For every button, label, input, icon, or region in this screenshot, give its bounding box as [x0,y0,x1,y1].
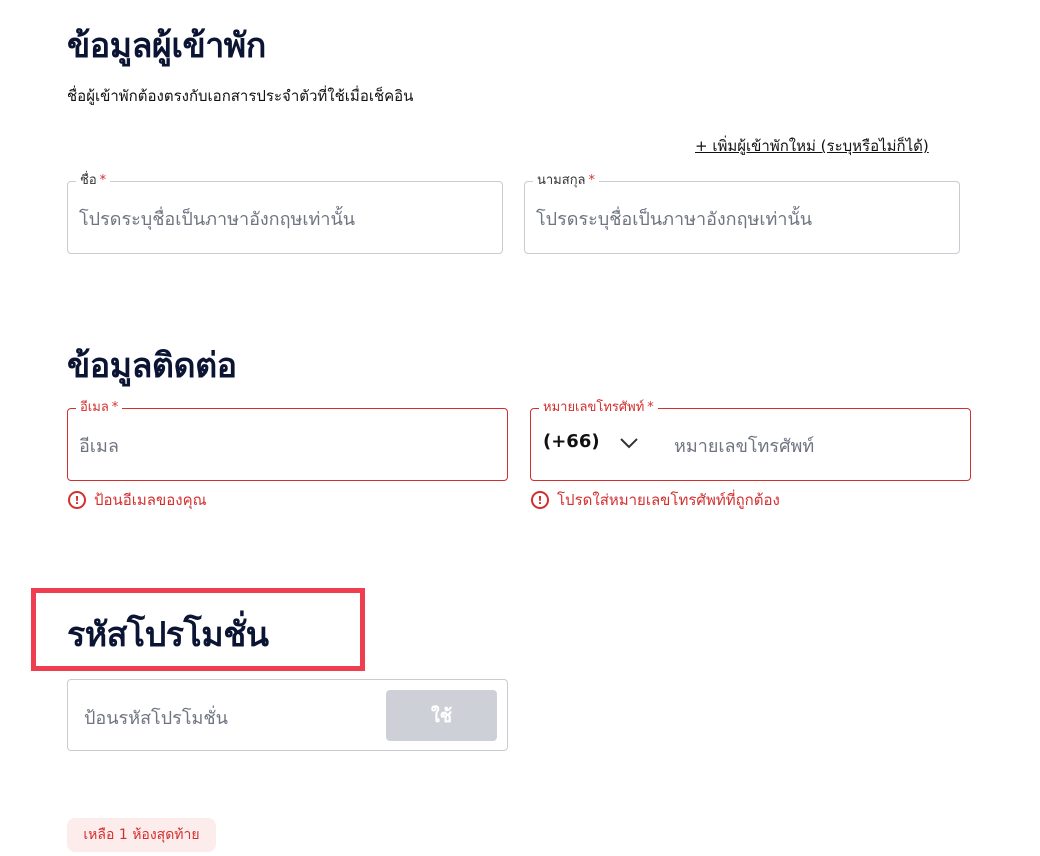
email-error: ! ป้อนอีเมลของคุณ [68,488,207,512]
phone-error: ! โปรดใส่หมายเลขโทรศัพท์ที่ถูกต้อง [531,488,780,512]
promo-code-input[interactable]: ป้อนรหัสโปรโมชั่น [84,703,228,732]
rooms-left-badge: เหลือ 1 ห้องสุดท้าย [67,818,216,852]
error-icon: ! [68,491,86,509]
first-name-label: ชื่อ * [76,173,111,189]
chevron-down-icon[interactable] [619,437,639,449]
add-guest-link[interactable]: + เพิ่มผู้เข้าพักใหม่ (ระบุหรือไม่ก็ได้) [695,134,929,158]
promo-code-field[interactable]: ป้อนรหัสโปรโมชั่น ใช้ [67,679,508,751]
phone-field[interactable]: หมายเลขโทรศัพท์ * (+66) หมายเลขโทรศัพท์ [530,400,971,481]
phone-input[interactable]: หมายเลขโทรศัพท์ [674,431,814,460]
guest-info-subtitle: ชื่อผู้เข้าพักต้องตรงกับเอกสารประจำตัวที… [67,87,414,105]
contact-info-title: ข้อมูลติดต่อ [67,346,237,386]
apply-promo-button[interactable]: ใช้ [386,690,497,741]
error-icon: ! [531,491,549,509]
first-name-field[interactable]: ชื่อ * โปรดระบุชื่อเป็นภาษาอังกฤษเท่านั้น [67,173,503,254]
guest-info-title: ข้อมูลผู้เข้าพัก [67,26,266,66]
first-name-input[interactable]: โปรดระบุชื่อเป็นภาษาอังกฤษเท่านั้น [79,204,355,233]
promo-code-title: รหัสโปรโมชั่น [67,615,269,655]
email-input[interactable]: อีเมล [79,431,119,460]
last-name-input[interactable]: โปรดระบุชื่อเป็นภาษาอังกฤษเท่านั้น [536,204,812,233]
phone-label: หมายเลขโทรศัพท์ * [539,400,658,416]
email-label: อีเมล * [76,400,123,416]
email-field[interactable]: อีเมล * อีเมล [67,400,508,481]
country-code-select[interactable]: (+66) [543,431,600,452]
last-name-field[interactable]: นามสกุล * โปรดระบุชื่อเป็นภาษาอังกฤษเท่าน… [524,173,960,254]
last-name-label: นามสกุล * [533,173,600,189]
phone-error-text: โปรดใส่หมายเลขโทรศัพท์ที่ถูกต้อง [557,491,780,509]
email-error-text: ป้อนอีเมลของคุณ [94,491,207,509]
